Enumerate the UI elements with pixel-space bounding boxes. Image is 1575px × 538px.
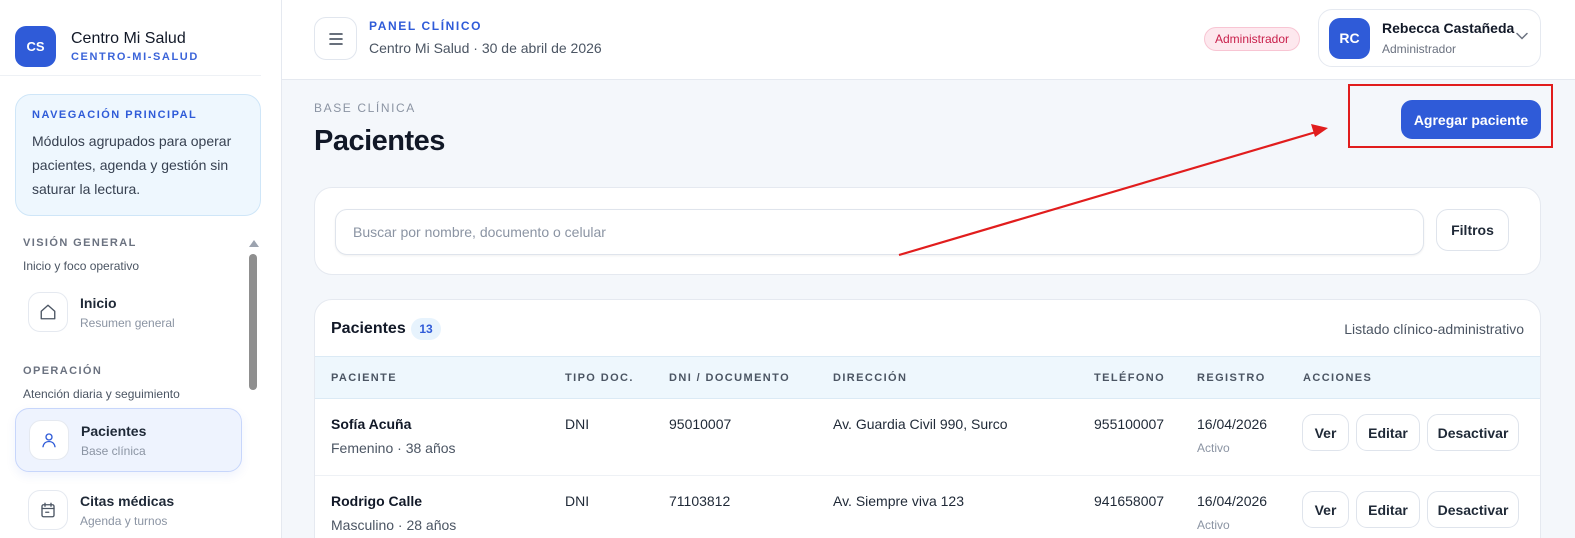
column-header: DIRECCIÓN bbox=[833, 372, 908, 384]
user-name: Rebecca Castañeda bbox=[1382, 20, 1515, 36]
column-header: DNI / DOCUMENTO bbox=[669, 372, 791, 384]
page-kicker: BASE CLÍNICA bbox=[314, 101, 416, 115]
hamburger-icon bbox=[328, 32, 343, 45]
address: Av. Guardia Civil 990, Surco bbox=[833, 416, 1008, 432]
doc-number: 71103812 bbox=[669, 493, 731, 509]
scrollbar-thumb[interactable] bbox=[249, 254, 257, 390]
sidebar-item-label: Citas médicas bbox=[80, 492, 175, 509]
sidebar-item-citas-medicas[interactable]: Citas médicas Agenda y turnos bbox=[15, 478, 242, 538]
search-card: Filtros bbox=[314, 187, 1541, 275]
view-button[interactable]: Ver bbox=[1302, 491, 1349, 528]
user-role: Administrador bbox=[1382, 42, 1457, 56]
column-header: REGISTRO bbox=[1197, 372, 1266, 384]
deactivate-button[interactable]: Desactivar bbox=[1427, 414, 1519, 451]
section-subtitle-operation: Atención diaria y seguimiento bbox=[23, 387, 180, 401]
nav-card-title: NAVEGACIÓN PRINCIPAL bbox=[32, 109, 198, 121]
sidebar: CS Centro Mi Salud CENTRO-MI-SALUD NAVEG… bbox=[0, 0, 282, 538]
filters-button[interactable]: Filtros bbox=[1436, 209, 1509, 251]
header-subtitle: Centro Mi Salud · 30 de abril de 2026 bbox=[369, 40, 602, 56]
column-header: ACCIONES bbox=[1303, 372, 1373, 384]
table-row[interactable]: Sofía Acuña Femenino · 38 años DNI 95010… bbox=[315, 399, 1540, 476]
doc-type: DNI bbox=[565, 493, 590, 509]
avatar: RC bbox=[1329, 17, 1370, 59]
phone: 941658007 bbox=[1094, 493, 1165, 509]
edit-button[interactable]: Editar bbox=[1356, 491, 1420, 528]
status-text: Activo bbox=[1197, 518, 1230, 532]
sidebar-item-label: Pacientes bbox=[81, 422, 147, 439]
edit-button[interactable]: Editar bbox=[1356, 414, 1420, 451]
column-header: TIPO DOC. bbox=[565, 372, 634, 384]
doc-number: 95010007 bbox=[669, 416, 732, 432]
page-title: Pacientes bbox=[314, 125, 445, 157]
register-date: 16/04/2026 bbox=[1197, 416, 1268, 432]
sidebar-item-sub: Base clínica bbox=[81, 443, 146, 458]
table-header: PACIENTE TIPO DOC. DNI / DOCUMENTO DIREC… bbox=[315, 356, 1540, 399]
chevron-down-icon bbox=[1516, 32, 1528, 40]
sidebar-item-inicio[interactable]: Inicio Resumen general bbox=[15, 280, 242, 344]
patient-name: Sofía Acuña bbox=[331, 416, 412, 432]
table-caption: Listado clínico-administrativo bbox=[1344, 321, 1524, 337]
view-button[interactable]: Ver bbox=[1302, 414, 1349, 451]
patient-name: Rodrigo Calle bbox=[331, 493, 423, 509]
address: Av. Siempre viva 123 bbox=[833, 493, 964, 509]
top-header: PANEL CLÍNICO Centro Mi Salud · 30 de ab… bbox=[282, 0, 1575, 80]
nav-info-card: NAVEGACIÓN PRINCIPAL Módulos agrupados p… bbox=[15, 94, 261, 216]
column-header: TELÉFONO bbox=[1094, 372, 1166, 384]
sidebar-scrollbar[interactable] bbox=[248, 240, 259, 538]
section-title-overview: VISIÓN GENERAL bbox=[23, 237, 137, 249]
annotation-highlight-box bbox=[1348, 84, 1553, 148]
user-menu[interactable]: RC Rebecca Castañeda Administrador bbox=[1318, 9, 1541, 67]
table-title: Pacientes bbox=[331, 320, 406, 337]
phone: 955100007 bbox=[1094, 416, 1165, 432]
column-header: PACIENTE bbox=[331, 372, 398, 384]
patients-table-card: Pacientes 13 Listado clínico-administrat… bbox=[314, 299, 1541, 538]
patient-detail: Masculino · 28 años bbox=[331, 517, 457, 533]
sidebar-item-sub: Resumen general bbox=[80, 315, 175, 330]
search-input[interactable] bbox=[335, 209, 1424, 255]
header-kicker: PANEL CLÍNICO bbox=[369, 19, 483, 33]
section-title-operation: OPERACIÓN bbox=[23, 365, 103, 377]
deactivate-button[interactable]: Desactivar bbox=[1427, 491, 1519, 528]
sidebar-item-pacientes[interactable]: Pacientes Base clínica bbox=[15, 408, 242, 472]
brand[interactable]: CS Centro Mi Salud CENTRO-MI-SALUD bbox=[0, 0, 261, 76]
status-text: Activo bbox=[1197, 441, 1230, 455]
user-icon bbox=[29, 420, 69, 460]
home-icon bbox=[28, 292, 68, 332]
brand-logo: CS bbox=[15, 25, 56, 67]
sidebar-item-sub: Agenda y turnos bbox=[80, 513, 168, 528]
table-row[interactable]: Rodrigo Calle Masculino · 28 años DNI 71… bbox=[315, 476, 1540, 538]
count-badge: 13 bbox=[411, 318, 441, 340]
role-badge: Administrador bbox=[1204, 27, 1301, 51]
nav-card-text: Módulos agrupados para operar pacientes,… bbox=[32, 133, 232, 197]
sidebar-item-label: Inicio bbox=[80, 294, 117, 311]
section-subtitle-overview: Inicio y foco operativo bbox=[23, 259, 140, 273]
brand-name: Centro Mi Salud bbox=[71, 30, 186, 47]
doc-type: DNI bbox=[565, 416, 590, 432]
register-date: 16/04/2026 bbox=[1197, 493, 1268, 509]
scroll-up-arrow-icon[interactable] bbox=[249, 240, 259, 247]
patient-detail: Femenino · 38 años bbox=[331, 440, 456, 456]
menu-toggle-button[interactable] bbox=[314, 17, 357, 60]
brand-slug: CENTRO-MI-SALUD bbox=[71, 51, 199, 63]
calendar-icon bbox=[28, 490, 68, 530]
